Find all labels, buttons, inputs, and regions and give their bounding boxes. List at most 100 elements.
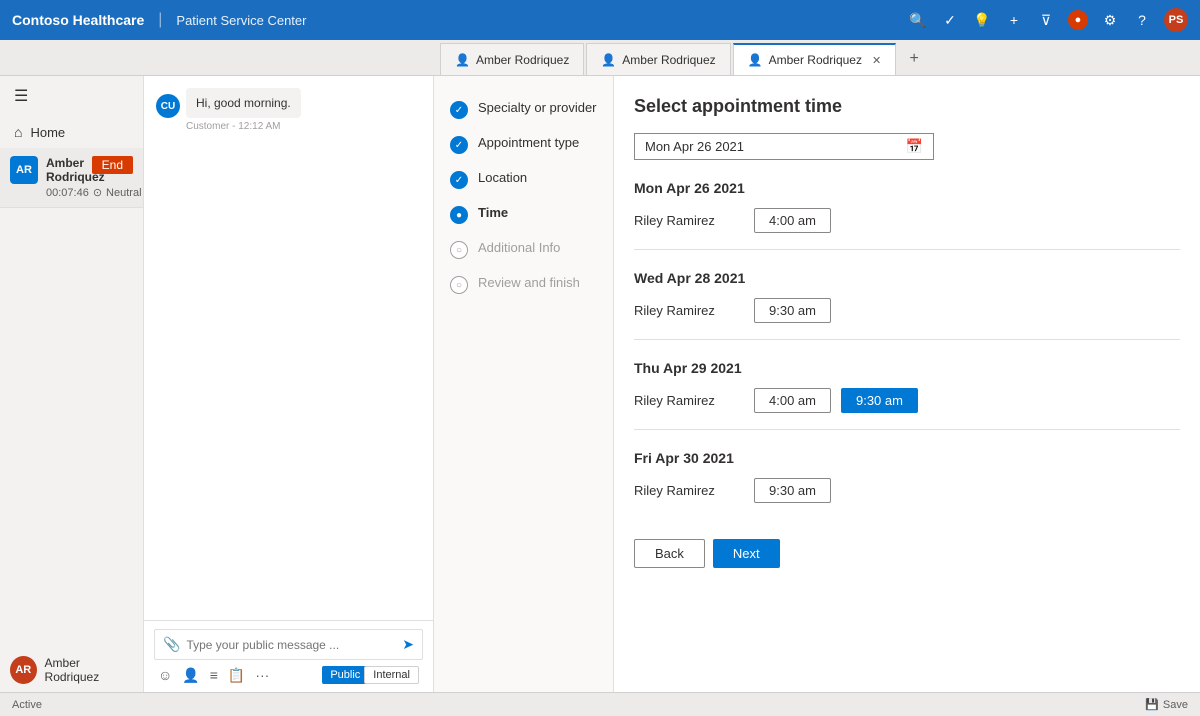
time-slot-thu-930am[interactable]: 9:30 am xyxy=(841,388,918,413)
day-section-fri: Fri Apr 30 2021 Riley Ramirez 9:30 am xyxy=(634,450,1180,519)
step-indicator-appointment-type: ✓ xyxy=(450,136,468,154)
step-label-additional-info: Additional Info xyxy=(478,240,560,255)
provider-name-fri: Riley Ramirez xyxy=(634,483,744,498)
brand-name: Contoso Healthcare xyxy=(12,12,144,28)
tab-label-2: Amber Rodriquez xyxy=(622,53,715,67)
time-slot-mon-400am[interactable]: 4:00 am xyxy=(754,208,831,233)
contact-avatar: AR xyxy=(10,156,38,184)
message-text: Hi, good morning. xyxy=(186,88,301,118)
public-button[interactable]: Public xyxy=(322,666,368,684)
time-slot-thu-400am[interactable]: 4:00 am xyxy=(754,388,831,413)
note-icon[interactable]: 📋 xyxy=(228,667,245,684)
check-circle-icon[interactable]: ✓ xyxy=(940,12,960,29)
main-layout: ☰ ⌂ Home AR Amber Rodriquez 00:07:46 ⊙ N… xyxy=(0,76,1200,692)
conversation-list: AR Amber Rodriquez 00:07:46 ⊙ Neutral En… xyxy=(0,148,143,648)
save-icon: 💾 xyxy=(1145,698,1159,711)
tab-amber-3[interactable]: 👤 Amber Rodriquez ✕ xyxy=(733,43,897,75)
date-picker[interactable]: Mon Apr 26 2021 📅 xyxy=(634,133,934,160)
customer-avatar: CU xyxy=(156,94,180,118)
chat-input-area: 📎 ➤ ☺ 👤 ≡ 📋 ··· Public Internal xyxy=(144,620,433,692)
topbar-icons: 🔍 ✓ 💡 + ⊽ ● ⚙ ? PS xyxy=(908,8,1188,32)
step-indicator-specialty: ✓ xyxy=(450,101,468,119)
next-button[interactable]: Next xyxy=(713,539,780,568)
save-button[interactable]: 💾 Save xyxy=(1145,698,1188,711)
end-button[interactable]: End xyxy=(92,156,133,174)
provider-name-wed: Riley Ramirez xyxy=(634,303,744,318)
day-slots-fri: Riley Ramirez 9:30 am xyxy=(634,478,1180,503)
day-slots-mon: Riley Ramirez 4:00 am xyxy=(634,208,1180,233)
back-button[interactable]: Back xyxy=(634,539,705,568)
day-section-wed: Wed Apr 28 2021 Riley Ramirez 9:30 am xyxy=(634,270,1180,340)
wizard-step-specialty[interactable]: ✓ Specialty or provider xyxy=(434,92,613,127)
conv-meta: 00:07:46 ⊙ Neutral xyxy=(46,186,84,199)
panel-title: Select appointment time xyxy=(634,96,1180,117)
tab-add-button[interactable]: + xyxy=(898,43,930,75)
day-slots-thu: Riley Ramirez 4:00 am 9:30 am xyxy=(634,388,1180,413)
time-slot-fri-930am[interactable]: 9:30 am xyxy=(754,478,831,503)
filter-icon[interactable]: ⊽ xyxy=(1036,12,1056,29)
wizard-step-additional-info[interactable]: ○ Additional Info xyxy=(434,232,613,267)
save-label: Save xyxy=(1163,699,1188,711)
emoji-icon[interactable]: ☺ xyxy=(158,667,172,683)
contact-name: Amber Rodriquez xyxy=(46,156,84,184)
attach-icon[interactable]: 📎 xyxy=(163,636,180,653)
step-label-specialty: Specialty or provider xyxy=(478,100,597,115)
tab-label-3: Amber Rodriquez xyxy=(769,53,862,67)
sidebar: ☰ ⌂ Home AR Amber Rodriquez 00:07:46 ⊙ N… xyxy=(0,76,144,692)
hamburger-menu[interactable]: ☰ xyxy=(0,76,143,116)
day-section-thu: Thu Apr 29 2021 Riley Ramirez 4:00 am 9:… xyxy=(634,360,1180,430)
step-indicator-additional-info: ○ xyxy=(450,241,468,259)
lightbulb-icon[interactable]: 💡 xyxy=(972,12,992,29)
chat-input-row: 📎 ➤ xyxy=(154,629,423,660)
tab-person-icon-3: 👤 xyxy=(748,53,763,67)
sidebar-item-home[interactable]: ⌂ Home xyxy=(0,116,143,148)
wizard-step-location[interactable]: ✓ Location xyxy=(434,162,613,197)
step-label-location: Location xyxy=(478,170,527,185)
wizard-step-review[interactable]: ○ Review and finish xyxy=(434,267,613,302)
chat-messages: CU Hi, good morning. Customer - 12:12 AM xyxy=(144,76,433,620)
chat-input[interactable] xyxy=(186,638,396,652)
tab-person-icon-1: 👤 xyxy=(455,53,470,67)
plus-icon[interactable]: + xyxy=(1004,12,1024,28)
wizard-step-appointment-type[interactable]: ✓ Appointment type xyxy=(434,127,613,162)
settings-icon[interactable]: ⚙ xyxy=(1100,12,1120,29)
conv-duration: 00:07:46 xyxy=(46,187,89,199)
internal-button[interactable]: Internal xyxy=(364,666,419,684)
tab-close-icon[interactable]: ✕ xyxy=(872,54,881,67)
nav-buttons: Back Next xyxy=(634,539,1180,568)
person-icon[interactable]: 👤 xyxy=(182,667,199,684)
topbar-divider: | xyxy=(158,11,162,29)
wizard-step-time[interactable]: ● Time xyxy=(434,197,613,232)
search-icon[interactable]: 🔍 xyxy=(908,12,928,29)
chat-area: CU Hi, good morning. Customer - 12:12 AM… xyxy=(144,76,434,692)
tab-person-icon-2: 👤 xyxy=(601,53,616,67)
date-value: Mon Apr 26 2021 xyxy=(645,139,906,154)
tab-amber-1[interactable]: 👤 Amber Rodriquez xyxy=(440,43,584,75)
send-icon[interactable]: ➤ xyxy=(402,636,414,653)
day-header-thu: Thu Apr 29 2021 xyxy=(634,360,1180,376)
message-meta: Customer - 12:12 AM xyxy=(186,121,421,132)
time-slot-wed-930am[interactable]: 9:30 am xyxy=(754,298,831,323)
user-avatar[interactable]: PS xyxy=(1164,8,1188,32)
home-icon: ⌂ xyxy=(14,124,22,140)
provider-name-thu: Riley Ramirez xyxy=(634,393,744,408)
topbar-subtitle: Patient Service Center xyxy=(176,13,306,28)
day-header-mon: Mon Apr 26 2021 xyxy=(634,180,1180,196)
tab-label-1: Amber Rodriquez xyxy=(476,53,569,67)
help-icon[interactable]: ? xyxy=(1132,12,1152,28)
tab-amber-2[interactable]: 👤 Amber Rodriquez xyxy=(586,43,730,75)
day-header-fri: Fri Apr 30 2021 xyxy=(634,450,1180,466)
conversation-item[interactable]: AR Amber Rodriquez 00:07:46 ⊙ Neutral En… xyxy=(0,148,143,208)
sentiment-icon: ⊙ xyxy=(93,186,102,199)
list-icon[interactable]: ≡ xyxy=(210,667,218,683)
agent-avatar: AR xyxy=(10,656,37,684)
statusbar: Active 💾 Save xyxy=(0,692,1200,716)
status-text: Active xyxy=(12,699,42,711)
sentiment-label: Neutral xyxy=(106,187,141,199)
step-label-review: Review and finish xyxy=(478,275,580,290)
calendar-icon[interactable]: 📅 xyxy=(906,138,923,155)
step-label-appointment-type: Appointment type xyxy=(478,135,579,150)
more-icon[interactable]: ··· xyxy=(255,667,269,683)
notification-badge: ● xyxy=(1068,10,1088,30)
agent-item[interactable]: AR Amber Rodriquez xyxy=(0,648,143,692)
